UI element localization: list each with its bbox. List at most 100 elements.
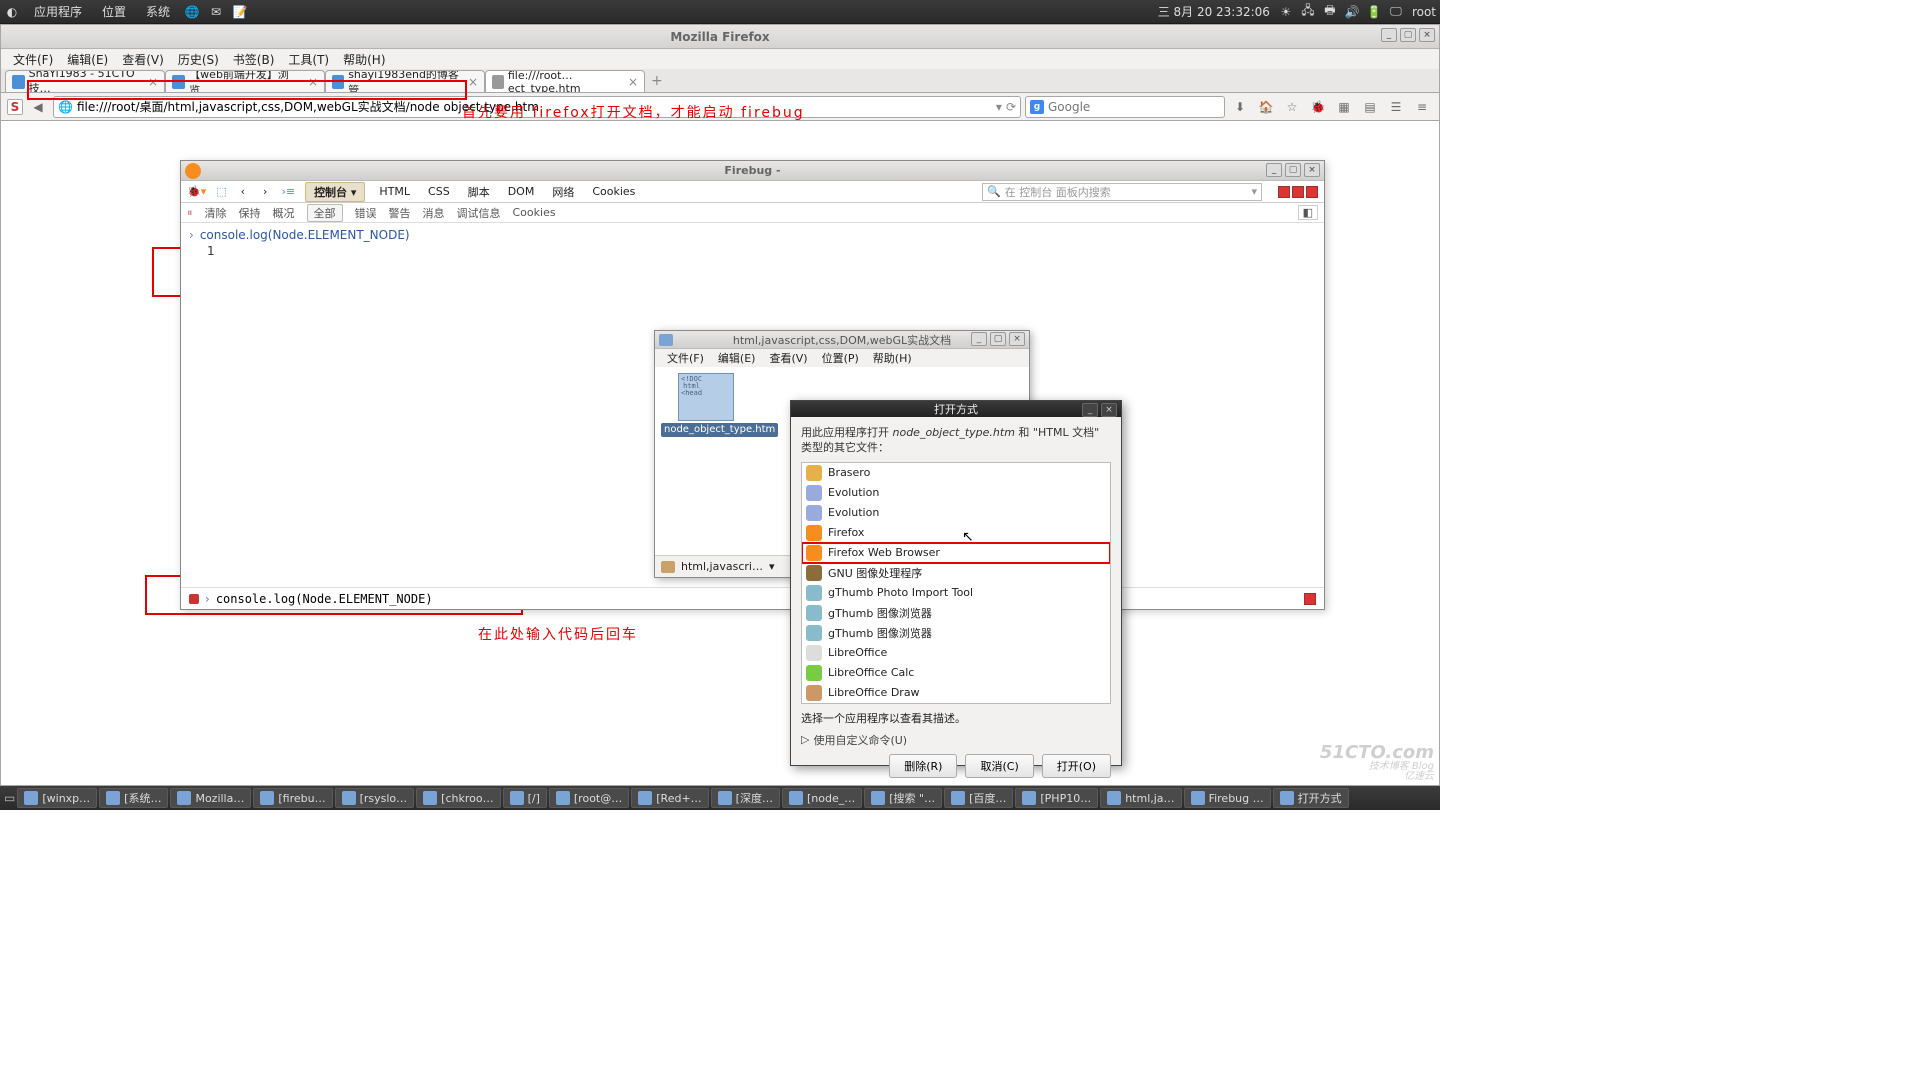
user-label[interactable]: root — [1412, 5, 1436, 19]
file-item[interactable]: node_object_type.htm — [661, 373, 751, 437]
openwith-app-item[interactable]: gThumb 图像浏览器 — [802, 603, 1110, 623]
openwith-app-item[interactable]: gThumb Photo Import Tool — [802, 583, 1110, 603]
menu-history[interactable]: 历史(S) — [172, 51, 225, 68]
bookmark-star-icon[interactable]: ☆ — [1281, 96, 1303, 118]
openwith-app-item[interactable]: GNU 图像处理程序 — [802, 563, 1110, 583]
maximize-button[interactable]: ▢ — [1285, 163, 1301, 177]
taskbar-item[interactable]: [百度… — [944, 788, 1013, 808]
taskbar-item[interactable]: [深度… — [711, 788, 780, 808]
browser-launcher-icon[interactable]: 🌐 — [184, 4, 200, 20]
close-button[interactable]: × — [1009, 332, 1025, 346]
close-button[interactable]: × — [1304, 163, 1320, 177]
taskbar-item[interactable]: [rsyslo… — [335, 788, 415, 808]
mail-launcher-icon[interactable]: ✉ — [208, 4, 224, 20]
tab-script[interactable]: 脚本 — [464, 184, 494, 200]
maximize-button[interactable]: ▢ — [990, 332, 1006, 346]
taskbar-item[interactable]: [firebu… — [253, 788, 332, 808]
chevron-down-icon[interactable]: ▾ — [769, 560, 775, 573]
display-icon[interactable]: 🖵 — [1388, 4, 1404, 20]
status-path[interactable]: html,javascri… — [681, 560, 763, 573]
sidebar-toggle-icon[interactable]: ◧ — [1298, 205, 1318, 220]
cancel-button[interactable]: 取消(C) — [965, 754, 1033, 778]
home-icon[interactable]: 🏠 — [1255, 96, 1277, 118]
tab-console[interactable]: 控制台 ▾ — [305, 182, 365, 202]
close-icon[interactable]: × — [628, 75, 638, 89]
openwith-app-item[interactable]: LibreOffice Draw — [802, 683, 1110, 703]
openwith-app-item[interactable]: LibreOffice — [802, 643, 1110, 663]
menu-edit[interactable]: 编辑(E) — [61, 51, 114, 68]
battery-icon[interactable]: 🔋 — [1366, 4, 1382, 20]
minimize-button[interactable]: _ — [971, 332, 987, 346]
stop-icon[interactable] — [189, 594, 199, 604]
searchbar[interactable]: g — [1025, 96, 1225, 118]
openwith-app-list[interactable]: BraseroEvolutionEvolutionFirefoxFirefox … — [801, 462, 1111, 704]
tab-css[interactable]: CSS — [424, 185, 454, 198]
openwith-app-item[interactable]: LibreOffice Calc — [802, 663, 1110, 683]
openwith-app-item[interactable]: Brasero — [802, 463, 1110, 483]
nav-back-icon[interactable]: ‹ — [237, 185, 249, 198]
openwith-app-item[interactable]: Evolution — [802, 503, 1110, 523]
maximize-button[interactable]: ▢ — [1400, 28, 1416, 42]
panel-btn-1[interactable] — [1278, 186, 1290, 198]
firebug-search[interactable]: 🔍 在 控制台 面板内搜索 ▾ — [982, 183, 1262, 201]
taskbar-item[interactable]: [系统… — [99, 788, 168, 808]
menu-view[interactable]: 查看(V) — [116, 51, 170, 68]
run-icon[interactable] — [1304, 593, 1316, 605]
taskbar-item[interactable]: [root@… — [549, 788, 629, 808]
chevron-down-icon[interactable]: ▾ — [1251, 185, 1257, 198]
sub-errors[interactable]: 错误 — [355, 205, 377, 221]
taskbar-item[interactable]: [chkroo… — [416, 788, 500, 808]
inspect-icon[interactable]: ⬚ — [216, 185, 226, 198]
sub-info[interactable]: 消息 — [423, 205, 445, 221]
firebug-commandline[interactable]: › — [181, 587, 1324, 609]
taskbar-item[interactable]: [node_… — [782, 788, 862, 808]
close-button[interactable]: × — [1419, 28, 1435, 42]
taskbar-item[interactable]: Mozilla… — [170, 788, 251, 808]
menu-edit[interactable]: 编辑(E) — [712, 350, 762, 366]
tab-3[interactable]: file:///root…ect_type.htm× — [485, 70, 645, 92]
break-icon[interactable]: ⏸ — [187, 206, 193, 220]
cmd-icon[interactable]: ›≡ — [281, 185, 295, 198]
tab-dom[interactable]: DOM — [504, 185, 539, 198]
site-identity-badge[interactable]: S — [7, 99, 23, 115]
sub-all[interactable]: 全部 — [307, 204, 343, 222]
show-desktop-icon[interactable]: ▭ — [4, 791, 15, 805]
new-tab-button[interactable]: + — [645, 70, 669, 92]
sub-clear[interactable]: 清除 — [205, 205, 227, 221]
minimize-button[interactable]: _ — [1266, 163, 1282, 177]
printer-icon[interactable]: 🖶 — [1322, 4, 1338, 20]
dropdown-icon[interactable]: ▾ — [996, 100, 1002, 114]
openwith-app-item[interactable]: Evolution — [802, 483, 1110, 503]
taskbar-item[interactable]: 打开方式 — [1273, 788, 1349, 808]
taskbar-item[interactable]: [/] — [503, 788, 547, 808]
menu-bookmarks[interactable]: 书签(B) — [227, 51, 281, 68]
close-button[interactable]: × — [1101, 403, 1117, 417]
taskbar-item[interactable]: [PHP10… — [1015, 788, 1098, 808]
tab-html[interactable]: HTML — [375, 185, 414, 198]
menu-help[interactable]: 帮助(H) — [337, 51, 391, 68]
notes-launcher-icon[interactable]: 📝 — [232, 4, 248, 20]
taskbar-item[interactable]: [winxp… — [17, 788, 97, 808]
openwith-app-item[interactable]: Firefox Web Browser — [802, 543, 1110, 563]
tab-cookies[interactable]: Cookies — [588, 185, 639, 198]
network-icon[interactable]: 🖧 — [1300, 4, 1316, 20]
sub-debug[interactable]: 调试信息 — [457, 205, 501, 221]
sub-profile[interactable]: 概况 — [273, 205, 295, 221]
update-icon[interactable]: ☀ — [1278, 4, 1294, 20]
clock[interactable]: 三 8月 20 23:32:06 — [1158, 3, 1270, 20]
tab-net[interactable]: 网络 — [548, 184, 578, 200]
addon2-icon[interactable]: ▤ — [1359, 96, 1381, 118]
volume-icon[interactable]: 🔊 — [1344, 4, 1360, 20]
open-button[interactable]: 打开(O) — [1042, 754, 1111, 778]
downloads-icon[interactable]: ⬇ — [1229, 96, 1251, 118]
taskbar-item[interactable]: html,ja… — [1100, 788, 1181, 808]
sub-cookies[interactable]: Cookies — [513, 206, 556, 219]
menu-places[interactable]: 位置 — [96, 3, 132, 20]
minimize-button[interactable]: _ — [1082, 403, 1098, 417]
minimize-button[interactable]: _ — [1381, 28, 1397, 42]
taskbar-item[interactable]: Firebug … — [1184, 788, 1271, 808]
panel-btn-2[interactable] — [1292, 186, 1304, 198]
menu-system[interactable]: 系统 — [140, 3, 176, 20]
menu-help[interactable]: 帮助(H) — [867, 350, 918, 366]
firebug-icon[interactable]: 🐞 — [1307, 96, 1329, 118]
